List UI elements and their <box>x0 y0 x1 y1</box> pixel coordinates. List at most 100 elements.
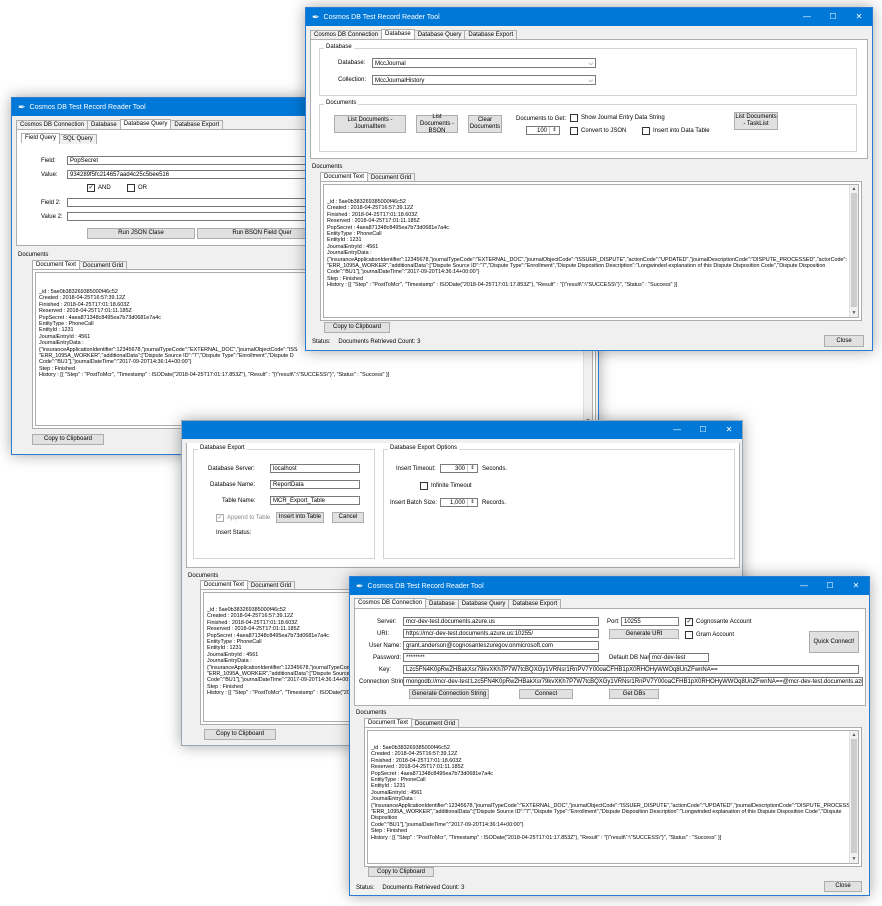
scroll-up-icon[interactable]: ▲ <box>850 731 858 739</box>
get-dbs-button[interactable]: Get DBs <box>609 689 659 699</box>
app-feather-icon: ✒ <box>356 580 364 591</box>
append-label: Append to Table <box>227 515 271 521</box>
scroll-down-icon[interactable]: ▼ <box>850 309 858 317</box>
name-input[interactable]: ReportData <box>270 480 360 489</box>
value2-input[interactable] <box>67 212 327 221</box>
tab-database-query[interactable]: Database Query <box>119 119 172 129</box>
run-json-clause-button[interactable]: Run JSON Clase <box>87 228 195 239</box>
batch-label: Insert Batch Size: <box>390 500 438 506</box>
title-bar[interactable]: — ☐ ✕ <box>182 421 742 439</box>
port-input[interactable]: 10255 <box>621 617 679 626</box>
timeout-label: Insert Timeout: <box>396 466 436 472</box>
key-label: Key: <box>379 667 392 673</box>
name-label: Database Name: <box>210 482 256 488</box>
spinner-arrows-icon[interactable]: ⇕ <box>549 127 559 134</box>
docs-to-get-value: 100 <box>536 128 547 134</box>
table-label: Table Name: <box>222 498 256 504</box>
timeout-spinner[interactable]: 300 ⇕ <box>440 464 478 473</box>
vertical-scrollbar[interactable]: ▲ ▼ <box>849 731 858 863</box>
copy-to-clipboard-button[interactable]: Copy to Clipboard <box>204 729 276 740</box>
connect-button[interactable]: Connect <box>519 689 573 699</box>
default-db-input[interactable]: mcr-dev-test <box>649 653 709 662</box>
copy-to-clipboard-button[interactable]: Copy to Clipboard <box>32 434 104 445</box>
maximize-icon[interactable]: ☐ <box>690 421 716 439</box>
title-bar[interactable]: ✒ Cosmos DB Test Record Reader Tool — ☐ … <box>350 577 869 595</box>
close-button[interactable]: Close <box>824 335 864 347</box>
clear-documents-button[interactable]: Clear Documents <box>468 115 502 133</box>
document-text-area[interactable]: _id : 5ae0b383269385000f46c52 Created : 2… <box>367 730 859 864</box>
close-icon[interactable]: ✕ <box>843 577 869 595</box>
list-documents-tasklist-button[interactable]: List Documents - TaskList <box>734 112 778 130</box>
scroll-up-icon[interactable]: ▲ <box>850 185 858 193</box>
docs-to-get-spinner[interactable]: 100 ⇕ <box>526 126 560 135</box>
tab-cosmos-db-connection[interactable]: Cosmos DB Connection <box>354 598 427 608</box>
quick-connect-button[interactable]: Quick Connect! <box>809 631 859 653</box>
chevron-down-icon[interactable]: ⌵ <box>588 76 593 86</box>
database-group: Database Database: MccJournal ⌵ Collecti… <box>319 44 857 96</box>
copy-to-clipboard-button[interactable]: Copy to Clipboard <box>368 867 434 877</box>
minimize-icon[interactable]: — <box>794 8 820 26</box>
connection-tab-page: Server: mcr-dev-test.documents.azure.us … <box>354 608 866 706</box>
cancel-button[interactable]: Cancel <box>332 512 364 523</box>
copy-to-clipboard-button[interactable]: Copy to Clipboard <box>324 322 390 333</box>
cognosante-account-checkbox[interactable]: ✓ Cognosante Account <box>685 618 751 626</box>
minimize-icon[interactable]: — <box>664 421 690 439</box>
group-title: Database Export <box>198 445 247 451</box>
collection-combobox[interactable]: MccJournalHistory ⌵ <box>372 75 596 85</box>
password-input[interactable]: ******** <box>403 653 599 662</box>
convert-json-checkbox[interactable]: Convert to JSON <box>570 127 626 135</box>
server-input[interactable]: mcr-dev-test.documents.azure.us <box>403 617 599 626</box>
group-title: Database <box>324 44 354 50</box>
tab-sql-query[interactable]: SQL Query <box>59 134 97 144</box>
maximize-icon[interactable]: ☐ <box>820 8 846 26</box>
convert-json-label: Convert to JSON <box>581 128 627 134</box>
append-checkbox[interactable]: ✓ Append to Table <box>216 514 270 522</box>
scroll-thumb[interactable] <box>851 193 857 307</box>
close-icon[interactable]: ✕ <box>716 421 742 439</box>
vertical-scrollbar[interactable]: ▲ ▼ <box>849 185 858 317</box>
insert-data-table-checkbox[interactable]: Insert into Data Table <box>642 127 710 135</box>
field-input[interactable]: PopSecret <box>67 156 327 165</box>
server-input[interactable]: localhost <box>270 464 360 473</box>
table-input[interactable]: MCR_Export_Table <box>270 496 360 505</box>
or-checkbox[interactable]: OR <box>127 184 147 192</box>
export-tab-page: Database Export Database Server: localho… <box>186 443 740 568</box>
gram-account-checkbox[interactable]: Gram Account <box>685 631 734 639</box>
value-input[interactable]: 934289f5fc214657aad4c25c5bee516 <box>67 170 327 179</box>
spinner-arrows-icon[interactable]: ⇕ <box>467 499 477 506</box>
user-input[interactable]: grant.anderson@cognosanteszuregov.onmicr… <box>403 641 599 650</box>
chevron-down-icon[interactable]: ⌵ <box>588 59 593 69</box>
uri-input[interactable]: https://mcr-dev-test.documents.azure.us:… <box>403 629 599 638</box>
close-icon[interactable]: ✕ <box>846 8 872 26</box>
close-button[interactable]: Close <box>824 881 862 892</box>
and-checkbox[interactable]: ✓ AND <box>87 184 111 192</box>
field2-label: Field 2: <box>41 200 61 206</box>
infinite-timeout-checkbox[interactable]: Infinite Timeout <box>420 482 472 490</box>
document-line: History : [{ "Step" : "PostToMcr", "Time… <box>327 282 678 289</box>
field2-input[interactable] <box>67 198 327 207</box>
key-input[interactable]: Lzc5FN4K0pRwZHBakXsr79kvXKh7P7W7tcBQXGy1… <box>403 665 859 674</box>
generate-connection-string-button[interactable]: Generate Connection String <box>409 689 489 699</box>
spinner-arrows-icon[interactable]: ⇕ <box>467 465 477 472</box>
list-documents-journalitem-button[interactable]: List Documents - JournalItem <box>334 115 406 133</box>
database-label: Database: <box>338 60 366 66</box>
checkbox-unchecked-icon <box>685 631 693 639</box>
title-bar[interactable]: ✒ Cosmos DB Test Record Reader Tool — ☐ … <box>306 8 872 26</box>
tab-database[interactable]: Database <box>381 29 415 39</box>
tab-field-query[interactable]: Field Query <box>21 133 61 143</box>
generate-uri-button[interactable]: Generate URI <box>609 629 679 639</box>
show-journal-checkbox[interactable]: Show Journal Entry Data String <box>570 114 665 122</box>
document-text-area[interactable]: _id : 5ae0b383269385000f46c52 Created : 2… <box>323 184 859 318</box>
list-documents-bson-button[interactable]: List Documents - BSON <box>416 114 458 134</box>
minimize-icon[interactable]: — <box>791 577 817 595</box>
connection-string-input[interactable]: mongodb://mcr-dev-test:Lzc5FN4K0pRwZHBak… <box>403 677 863 686</box>
insert-into-table-button[interactable]: Insert into Table <box>276 512 324 523</box>
database-export-group: Database Export Database Server: localho… <box>193 445 375 559</box>
checkbox-unchecked-icon <box>642 127 650 135</box>
scroll-thumb[interactable] <box>851 739 857 853</box>
maximize-icon[interactable]: ☐ <box>817 577 843 595</box>
scroll-down-icon[interactable]: ▼ <box>850 855 858 863</box>
status-value: Documents Retrieved Count: 3 <box>382 885 465 891</box>
batch-spinner[interactable]: 1,000 ⇕ <box>440 498 478 507</box>
database-combobox[interactable]: MccJournal ⌵ <box>372 58 596 68</box>
